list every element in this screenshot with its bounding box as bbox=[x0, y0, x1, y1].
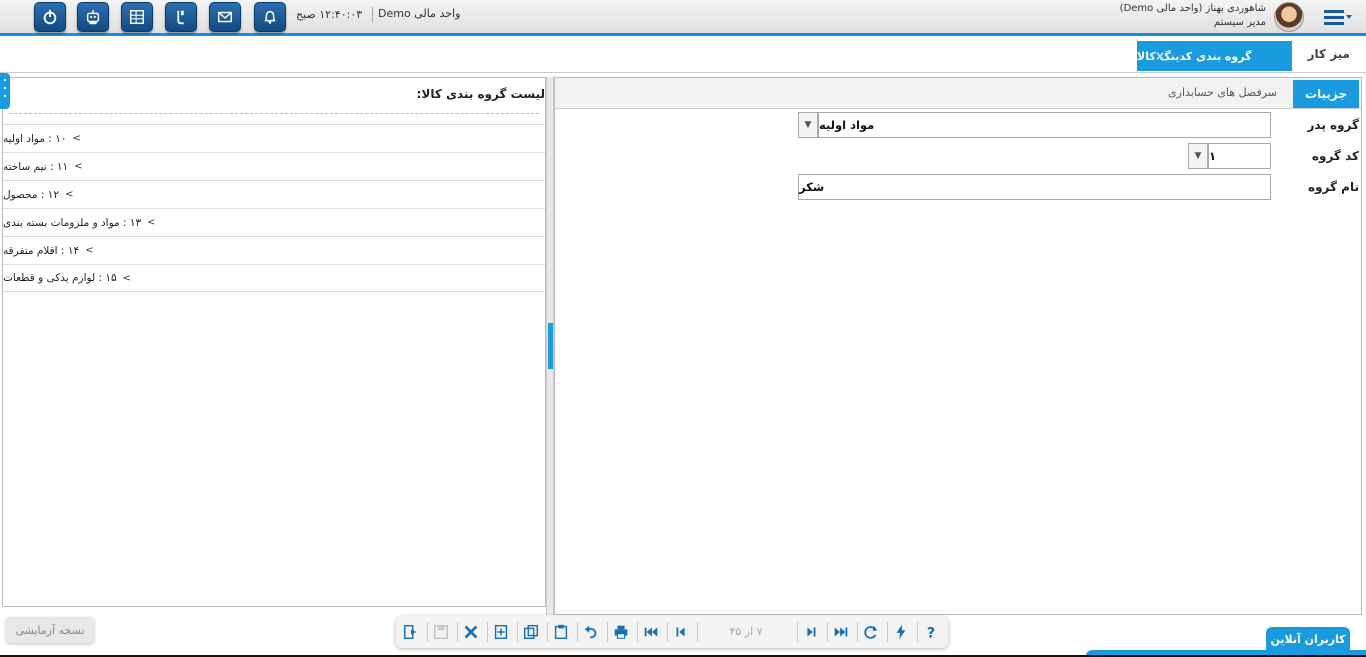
list-item-label: ۱۰ : مواد اولیه bbox=[3, 132, 67, 145]
bell-icon[interactable] bbox=[254, 2, 286, 32]
delete-icon[interactable] bbox=[458, 620, 484, 644]
close-icon[interactable]: × bbox=[1155, 49, 1165, 63]
list-item[interactable]: >۱۳ : مواد و ملزومات بسته بندی bbox=[3, 208, 545, 236]
tab-product-coding-groups[interactable]: گروه بندی کدینگ کالا × bbox=[1137, 41, 1292, 71]
details-tabs: جزییات سرفصل های حسابداری bbox=[555, 78, 1361, 109]
lightning-icon[interactable] bbox=[888, 620, 914, 644]
hamburger-menu-icon[interactable] bbox=[1324, 8, 1352, 26]
financial-unit-text: واحد مالی Demo bbox=[378, 7, 461, 20]
exit-icon[interactable] bbox=[398, 620, 424, 644]
user-role: مدیر سیستم bbox=[1213, 17, 1266, 28]
record-toolbar: ۷ از ۴۵ ? bbox=[396, 616, 948, 648]
user-info[interactable]: شاهوردی بهناز (واحد مالی Demo) مدیر سیست… bbox=[1120, 2, 1266, 30]
list-item-label: ۱۳ : مواد و ملزومات بسته بندی bbox=[3, 216, 142, 229]
panel-splitter[interactable] bbox=[546, 77, 554, 615]
parent-group-select[interactable]: مواد اولیه bbox=[818, 112, 1271, 138]
chevron-down-icon[interactable]: ▼ bbox=[1188, 143, 1208, 169]
list-item-label: ۱۵ : لوازم یدکی و قطعات bbox=[3, 272, 117, 284]
details-panel: جزییات سرفصل های حسابداری گروه پدر مواد … bbox=[554, 77, 1362, 615]
tab-accounting-headings[interactable]: سرفصل های حسابداری bbox=[1168, 86, 1277, 99]
tab-details[interactable]: جزییات bbox=[1293, 80, 1359, 108]
top-header: ۱۲:۴۰:۰۳ صبح واحد مالی Demo شاهوردی بهنا… bbox=[0, 0, 1366, 36]
chevron-right-icon[interactable]: > bbox=[72, 133, 80, 144]
spreadsheet-icon[interactable] bbox=[121, 2, 153, 32]
print-icon[interactable] bbox=[608, 620, 634, 644]
group-name-label: نام گروه bbox=[1308, 180, 1359, 194]
chevron-down-icon[interactable]: ▼ bbox=[798, 112, 818, 138]
refresh-icon[interactable] bbox=[858, 620, 884, 644]
group-list-panel: لیست گروه بندی کالا: >۱۰ : مواد اولیه >۱… bbox=[2, 77, 546, 607]
side-drawer-handle[interactable] bbox=[0, 73, 10, 109]
new-record-icon[interactable] bbox=[488, 620, 514, 644]
group-list: >۱۰ : مواد اولیه >۱۱ : نیم ساخته >۱۲ : م… bbox=[3, 124, 545, 292]
last-record-icon[interactable] bbox=[828, 620, 854, 644]
save-icon[interactable] bbox=[428, 620, 454, 644]
clock-text: ۱۲:۴۰:۰۳ صبح bbox=[296, 8, 363, 21]
paste-icon[interactable] bbox=[548, 620, 574, 644]
list-item-label: ۱۲ : محصول bbox=[3, 188, 60, 201]
user-name: شاهوردی بهناز (واحد مالی Demo) bbox=[1119, 3, 1266, 14]
phone-icon[interactable] bbox=[165, 2, 197, 32]
next-record-icon[interactable] bbox=[798, 620, 824, 644]
splitter-grip[interactable] bbox=[548, 323, 553, 369]
power-icon[interactable] bbox=[34, 2, 66, 32]
printer-robot-icon[interactable] bbox=[77, 2, 109, 32]
chevron-right-icon[interactable]: > bbox=[147, 217, 155, 228]
help-icon[interactable]: ? bbox=[918, 620, 944, 644]
tab-desk[interactable]: میز کار bbox=[1308, 47, 1350, 61]
chevron-right-icon[interactable]: > bbox=[65, 189, 73, 200]
list-title: لیست گروه بندی کالا: bbox=[416, 87, 545, 101]
parent-group-label: گروه پدر bbox=[1307, 118, 1359, 132]
online-users-button[interactable]: کاربران آنلاین bbox=[1266, 627, 1350, 651]
divider bbox=[372, 7, 373, 23]
chevron-right-icon[interactable]: > bbox=[85, 245, 93, 256]
list-item[interactable]: >۱۲ : محصول bbox=[3, 180, 545, 208]
list-item[interactable]: >۱۵ : لوازم یدکی و قطعات bbox=[3, 264, 545, 292]
undo-icon[interactable] bbox=[578, 620, 604, 644]
group-code-label: کد گروه bbox=[1311, 149, 1359, 163]
first-record-icon[interactable] bbox=[638, 620, 664, 644]
list-item[interactable]: >۱۰ : مواد اولیه bbox=[3, 124, 545, 152]
chevron-right-icon[interactable]: > bbox=[74, 161, 82, 172]
copy-icon[interactable] bbox=[518, 620, 544, 644]
svg-text:?: ? bbox=[927, 625, 935, 641]
record-pager: ۷ از ۴۵ bbox=[729, 625, 763, 638]
list-item-label: ۱۴ : اقلام متفرقه bbox=[3, 244, 80, 257]
list-item[interactable]: >۱۴ : اقلام متفرقه bbox=[3, 236, 545, 264]
previous-record-icon[interactable] bbox=[668, 620, 694, 644]
avatar[interactable] bbox=[1274, 2, 1304, 32]
list-item-label: ۱۱ : نیم ساخته bbox=[3, 160, 69, 173]
list-item[interactable]: >۱۱ : نیم ساخته bbox=[3, 152, 545, 180]
group-name-field[interactable]: شکر bbox=[798, 174, 1271, 200]
mail-icon[interactable] bbox=[209, 2, 241, 32]
trial-version-badge: نسخه آزمایشی bbox=[6, 617, 94, 643]
tab-bar: میز کار گروه بندی کدینگ کالا × bbox=[0, 39, 1366, 73]
group-code-field[interactable]: ۱ bbox=[1208, 143, 1271, 169]
divider bbox=[9, 113, 539, 114]
chevron-right-icon[interactable]: > bbox=[123, 273, 131, 284]
